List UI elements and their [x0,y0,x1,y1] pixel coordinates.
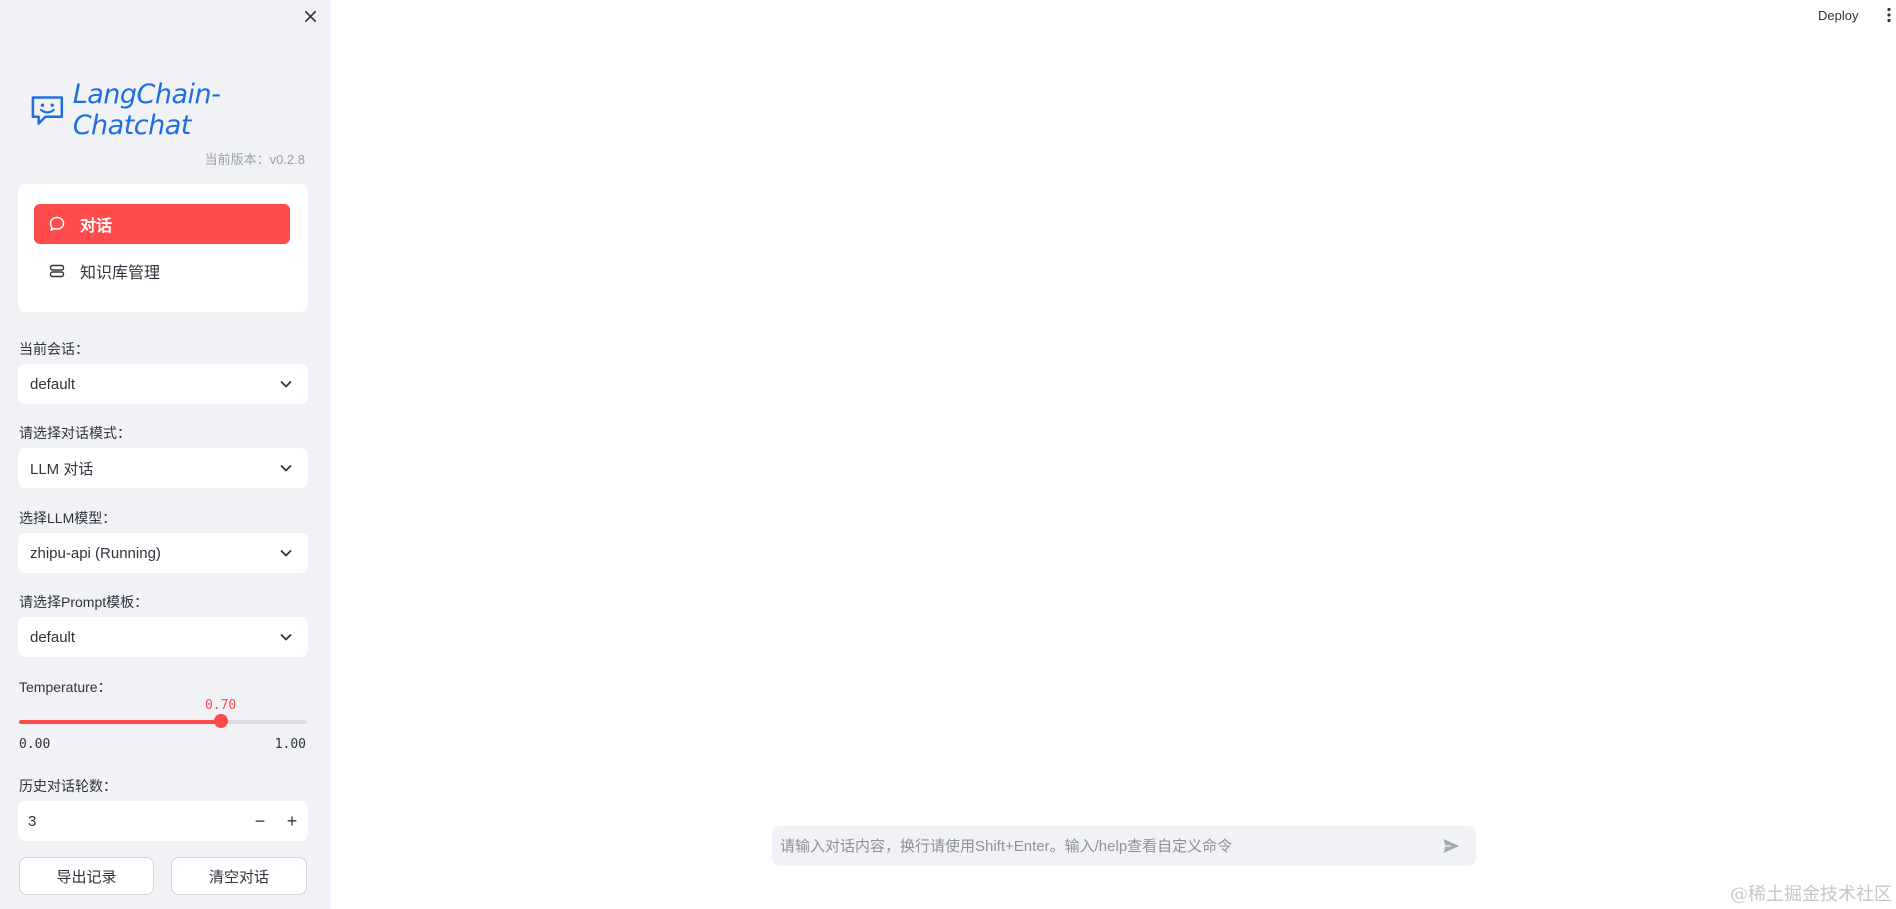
send-icon [1443,839,1459,853]
chevron-down-icon [280,465,292,472]
history-rounds-input[interactable]: 3 − + [18,801,308,841]
temperature-slider-fill [19,720,221,724]
logo-text: LangChain-Chatchat [72,79,221,141]
chevron-down-icon [280,634,292,641]
current-session-value: default [30,375,76,393]
prompt-template-select[interactable]: default [18,617,308,657]
chat-input-box [772,826,1476,866]
watermark: @稀土掘金技术社区 [1730,884,1892,905]
temperature-min: 0.00 [19,737,51,752]
temperature-slider-track[interactable] [19,720,307,724]
chat-input[interactable] [780,837,1438,855]
llm-model-select[interactable]: zhipu-api (Running) [18,533,308,573]
current-session-label: 当前会话： [19,341,89,357]
dialog-mode-value: LLM 对话 [30,460,94,478]
deploy-button[interactable]: Deploy [1818,4,1858,26]
temperature-slider-thumb[interactable] [213,714,228,728]
chevron-down-icon [280,550,292,557]
close-icon [304,10,316,22]
app-logo: LangChain-Chatchat [30,79,329,141]
increment-button[interactable]: + [276,801,308,841]
send-button[interactable] [1438,833,1464,859]
clear-chat-button[interactable]: 清空对话 [171,857,307,895]
dialog-mode-label: 请选择对话模式： [19,425,131,441]
app-window: LangChain-Chatchat 当前版本：v0.2.8 对话 知识库管理 … [0,0,1896,909]
nav-item-knowledge-base[interactable]: 知识库管理 [34,251,290,291]
llm-model-label: 选择LLM模型： [19,510,117,526]
nav-item-chat-label: 对话 [80,218,113,235]
llm-model-value: zhipu-api (Running) [30,544,161,562]
prompt-template-label: 请选择Prompt模板： [19,594,149,610]
export-records-button[interactable]: 导出记录 [19,857,154,895]
current-session-select[interactable]: default [18,364,308,404]
nav-item-knowledge-base-label: 知识库管理 [80,265,161,282]
history-rounds-value[interactable]: 3 [18,813,244,830]
temperature-max: 1.00 [274,737,306,752]
chat-logo-icon [31,96,64,125]
main-menu-button[interactable] [1884,4,1894,26]
chat-bubble-icon [49,216,65,231]
chevron-down-icon [280,381,292,388]
close-sidebar-button[interactable] [298,4,322,28]
nav-menu: 对话 知识库管理 [18,184,308,312]
prompt-template-value: default [30,628,76,646]
nav-item-chat[interactable]: 对话 [34,204,290,244]
decrement-button[interactable]: − [244,801,276,841]
temperature-label: Temperature： [19,679,112,695]
version-label: 当前版本：v0.2.8 [204,152,305,167]
history-rounds-label: 历史对话轮数： [19,778,117,794]
more-vertical-icon [1887,7,1891,23]
database-icon [49,264,65,278]
temperature-value: 0.70 [204,698,237,713]
dialog-mode-select[interactable]: LLM 对话 [18,448,308,488]
temperature-slider[interactable]: 0.70 [19,698,307,748]
sidebar: LangChain-Chatchat 当前版本：v0.2.8 对话 知识库管理 … [0,0,330,909]
